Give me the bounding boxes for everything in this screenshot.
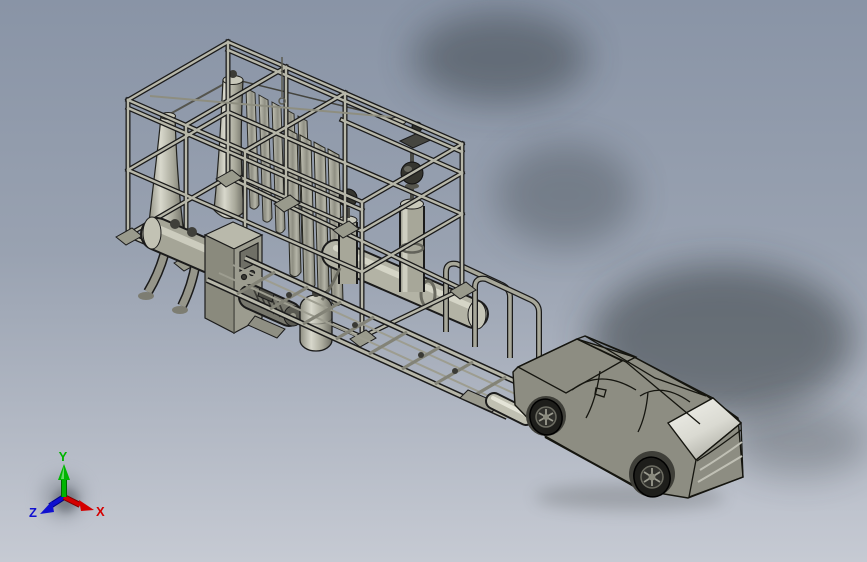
axis-triad: Y X Z xyxy=(29,449,105,520)
axis-y-label: Y xyxy=(59,449,68,464)
axis-z-label: Z xyxy=(29,505,37,520)
storage-tank[interactable] xyxy=(138,216,227,314)
panel-button[interactable] xyxy=(240,273,248,281)
axis-x-label: X xyxy=(96,504,105,519)
viewport-canvas[interactable]: Y X Z xyxy=(0,0,867,562)
control-cabinet[interactable] xyxy=(203,221,264,335)
car-wash-machine-model[interactable] xyxy=(115,38,744,510)
cad-viewport[interactable]: Y X Z xyxy=(0,0,867,562)
